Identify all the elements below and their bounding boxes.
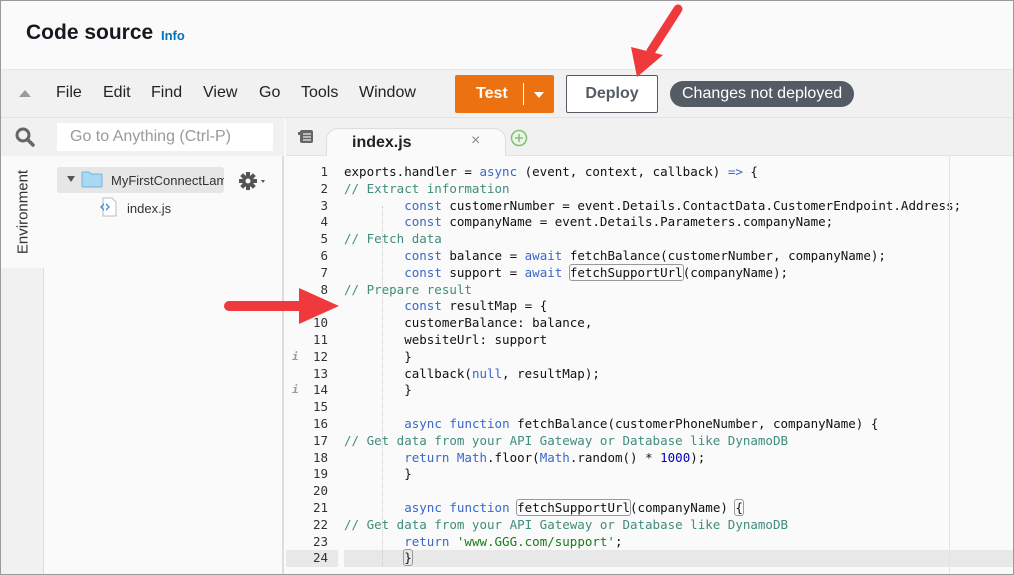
info-hint-icon[interactable]: i xyxy=(292,349,299,366)
test-button-label: Test xyxy=(476,85,508,102)
lambda-code-source-panel: Code source Info File Edit Find View Go … xyxy=(0,0,1014,575)
line-number[interactable]: 2 xyxy=(286,181,338,198)
tree-folder[interactable]: MyFirstConnectLambda xyxy=(57,167,224,193)
tab-list-icon[interactable] xyxy=(298,130,314,144)
info-hint-icon[interactable]: i xyxy=(292,382,299,399)
line-number[interactable]: 4 xyxy=(286,214,338,231)
line-number[interactable]: 3 xyxy=(286,198,338,215)
line-number[interactable]: 19 xyxy=(286,466,338,483)
code-line-11[interactable]: websiteUrl: support xyxy=(344,332,1013,349)
deploy-button[interactable]: Deploy xyxy=(566,75,658,113)
line-number-gutter: 1 2 3 4 5 6 7 8 9 10 11 i 12 13 i 14 15 16 17 18 19 20 21 22 23 2… xyxy=(286,164,338,568)
line-number[interactable]: 5 xyxy=(286,231,338,248)
code-line-4[interactable]: const companyName = event.Details.Parame… xyxy=(344,214,1013,231)
editor-tab-index-js[interactable]: index.js × xyxy=(326,128,506,157)
folder-name: MyFirstConnectLambda xyxy=(111,173,224,188)
folder-icon xyxy=(81,171,103,188)
code-line-23[interactable]: return 'www.GGG.com/support'; xyxy=(344,534,1013,551)
line-number[interactable]: 17 xyxy=(286,433,338,450)
line-number[interactable]: 9 xyxy=(286,298,338,315)
line-number[interactable]: 22 xyxy=(286,517,338,534)
line-number[interactable]: i 12 xyxy=(286,349,338,366)
settings-gear-icon[interactable] xyxy=(238,171,266,191)
line-number[interactable]: 1 xyxy=(286,164,338,181)
code-lines[interactable]: exports.handler = async (event, context,… xyxy=(344,164,1013,568)
line-number[interactable]: 13 xyxy=(286,366,338,383)
code-line-20[interactable] xyxy=(344,483,1013,500)
go-to-anything-input[interactable] xyxy=(57,123,273,151)
editor-tab-label: index.js xyxy=(352,134,412,151)
line-number[interactable]: 7 xyxy=(286,265,338,282)
ide-toolbar: File Edit Find View Go Tools Window Test… xyxy=(1,69,1013,118)
code-line-18[interactable]: return Math.floor(Math.random() * 1000); xyxy=(344,450,1013,467)
test-dropdown-caret-icon[interactable] xyxy=(534,92,544,98)
page-title: Code source xyxy=(26,21,154,44)
line-number[interactable]: 23 xyxy=(286,534,338,551)
close-tab-icon[interactable]: × xyxy=(471,132,480,150)
line-number[interactable]: 21 xyxy=(286,500,338,517)
code-line-14[interactable]: } xyxy=(344,382,1013,399)
go-to-anything-bar xyxy=(1,118,284,156)
code-line-12[interactable]: } xyxy=(344,349,1013,366)
code-line-16[interactable]: async function fetchBalance(customerPhon… xyxy=(344,416,1013,433)
code-line-13[interactable]: callback(null, resultMap); xyxy=(344,366,1013,383)
code-line-3[interactable]: const customerNumber = event.Details.Con… xyxy=(344,198,1013,215)
code-line-7[interactable]: const support = await fetchSupportUrl(co… xyxy=(344,263,1013,282)
line-number[interactable]: 24 xyxy=(286,550,338,568)
line-number[interactable]: 18 xyxy=(286,450,338,467)
status-badge: Changes not deployed xyxy=(670,81,855,107)
code-line-5[interactable]: // Fetch data xyxy=(344,231,1013,248)
code-line-15[interactable] xyxy=(344,399,1013,416)
line-number[interactable]: 20 xyxy=(286,483,338,500)
code-line-8[interactable]: // Prepare result xyxy=(344,282,1013,299)
menu-find[interactable]: Find xyxy=(151,84,182,102)
code-line-24[interactable]: } xyxy=(344,549,1013,568)
test-button-divider xyxy=(523,83,524,105)
line-number[interactable]: 16 xyxy=(286,416,338,433)
code-line-19[interactable]: } xyxy=(344,466,1013,483)
file-name: index.js xyxy=(127,201,172,216)
line-number[interactable]: 8 xyxy=(286,282,338,299)
menu-window[interactable]: Window xyxy=(359,84,416,102)
indent-guide xyxy=(382,206,383,566)
menu-view[interactable]: View xyxy=(203,84,237,102)
code-line-21[interactable]: async function fetchSupportUrl(companyNa… xyxy=(344,498,1013,517)
side-tab-strip: Environment xyxy=(1,156,44,574)
tab-environment-label: Environment xyxy=(14,169,32,255)
collapse-panel-icon[interactable] xyxy=(19,90,31,97)
editor-tab-bar: index.js × xyxy=(286,118,1013,157)
line-number[interactable]: i 14 xyxy=(286,382,338,399)
code-line-2[interactable]: // Extract information xyxy=(344,181,1013,198)
menu-file[interactable]: File xyxy=(56,84,82,102)
print-margin-line xyxy=(949,156,950,574)
js-file-icon xyxy=(100,197,117,217)
code-line-6[interactable]: const balance = await fetchBalance(custo… xyxy=(344,248,1013,265)
test-button[interactable]: Test xyxy=(455,75,554,113)
info-link[interactable]: Info xyxy=(161,28,185,43)
code-editor[interactable]: 1 2 3 4 5 6 7 8 9 10 11 i 12 13 i 14 15 16 17 18 19 20 21 22 23 2… xyxy=(286,156,1013,574)
expand-caret-icon[interactable] xyxy=(67,176,75,182)
line-number[interactable]: 10 xyxy=(286,315,338,332)
line-number[interactable]: 11 xyxy=(286,332,338,349)
add-tab-icon[interactable] xyxy=(510,129,528,147)
code-line-10[interactable]: customerBalance: balance, xyxy=(344,315,1013,332)
search-icon[interactable] xyxy=(14,126,36,148)
line-number[interactable]: 6 xyxy=(286,248,338,265)
panel-header: Code source Info xyxy=(1,1,1013,69)
code-line-22[interactable]: // Get data from your API Gateway or Dat… xyxy=(344,517,1013,534)
code-line-1[interactable]: exports.handler = async (event, context,… xyxy=(344,164,1013,181)
menu-go[interactable]: Go xyxy=(259,84,280,102)
menu-tools[interactable]: Tools xyxy=(301,84,338,102)
code-line-9[interactable]: const resultMap = { xyxy=(344,298,1013,315)
line-number[interactable]: 15 xyxy=(286,399,338,416)
tab-environment[interactable]: Environment xyxy=(1,156,44,268)
file-tree: MyFirstConnectLambda xyxy=(45,156,284,574)
menu-edit[interactable]: Edit xyxy=(103,84,131,102)
code-line-17[interactable]: // Get data from your API Gateway or Dat… xyxy=(344,433,1013,450)
